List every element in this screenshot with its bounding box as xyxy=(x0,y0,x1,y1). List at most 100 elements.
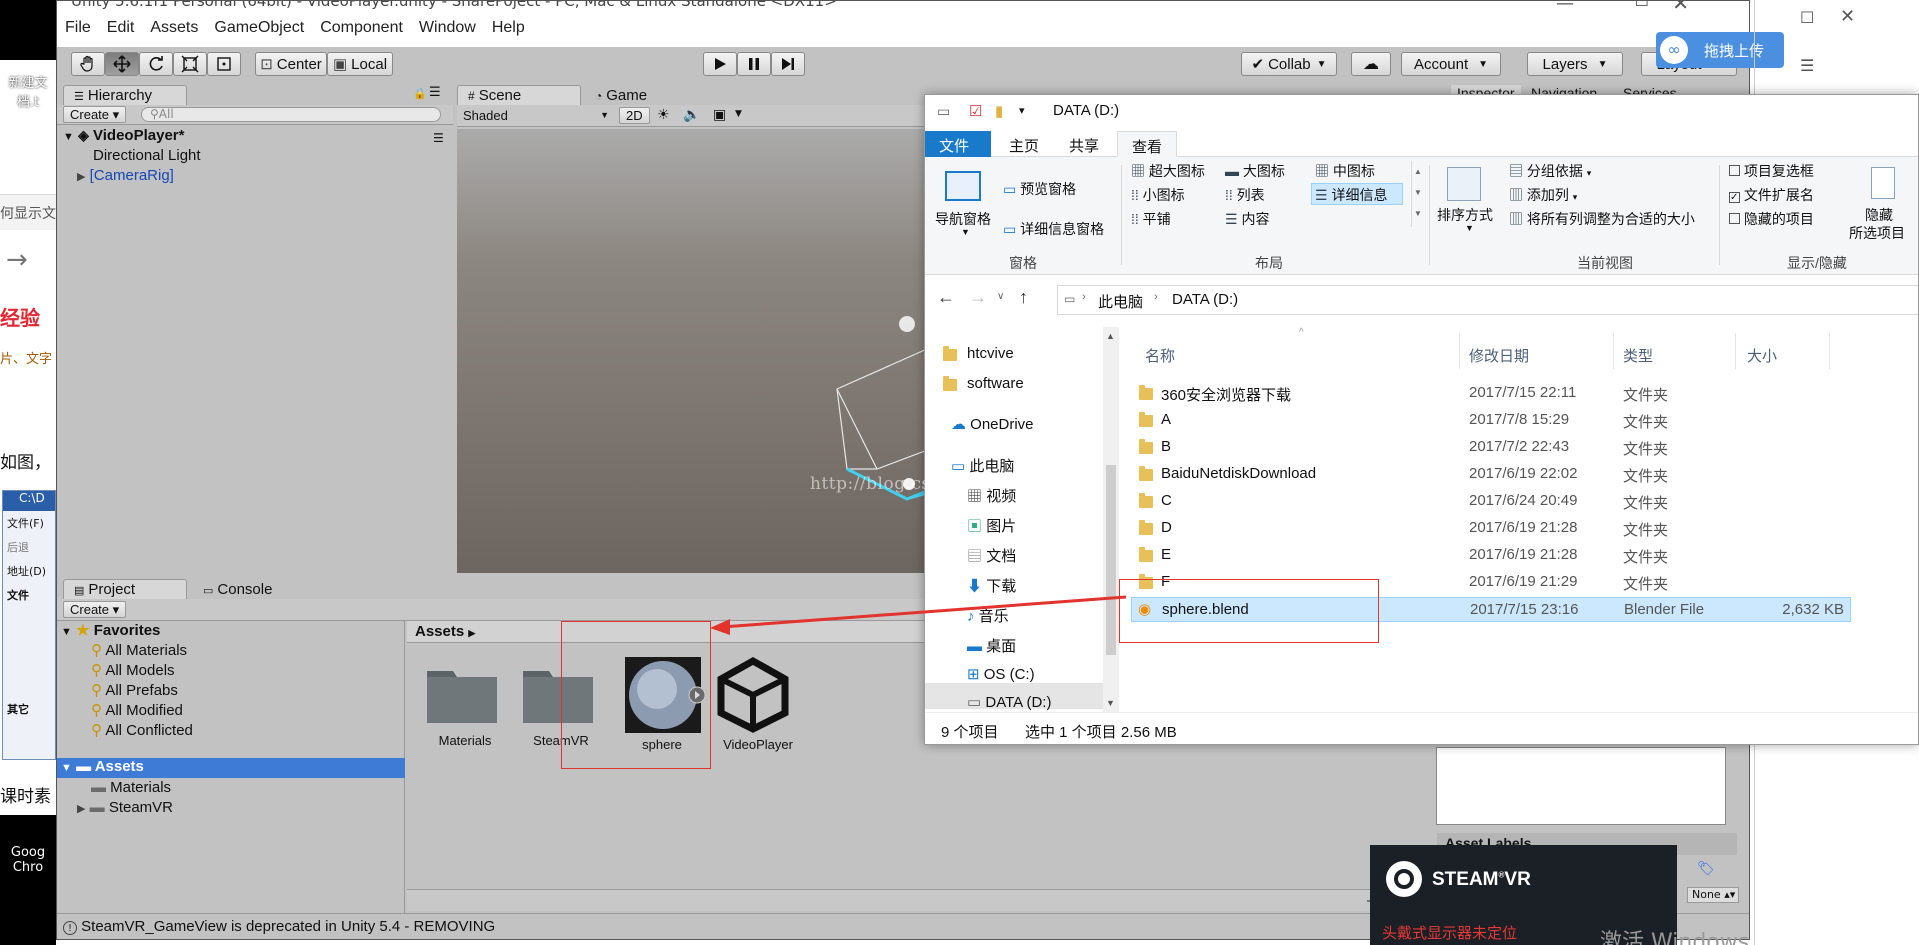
ribbon-tab-share[interactable]: 共享 xyxy=(1055,131,1113,157)
size-columns-button[interactable]: ▥ 将所有列调整为合适的大小 xyxy=(1509,209,1695,229)
favorite-all-models[interactable]: ⚲ All Models xyxy=(91,661,175,679)
favorites-row[interactable]: ▼ ★ Favorites xyxy=(61,621,160,639)
file-extensions-toggle[interactable]: ✓ 文件扩展名 xyxy=(1729,185,1814,205)
shading-dropdown[interactable]: Shaded ▼ xyxy=(463,108,609,124)
chevron-down-icon[interactable]: ∨ xyxy=(997,291,1004,302)
nav-item-desktop[interactable]: ▬ 桌面 xyxy=(967,635,1016,656)
layout-details[interactable]: ☰ 详细信息 xyxy=(1315,185,1387,205)
item-checkboxes-toggle[interactable]: 项目复选框 xyxy=(1729,161,1814,181)
account-dropdown[interactable]: Account ▼ xyxy=(1401,52,1501,76)
assets-row-selected[interactable]: ▼ ▬ Assets xyxy=(57,758,405,778)
table-row[interactable]: D 2017/6/19 21:28 文件夹 xyxy=(1131,516,1851,541)
favorite-all-conflicted[interactable]: ⚲ All Conflicted xyxy=(91,721,193,739)
layers-dropdown[interactable]: Layers ▼ xyxy=(1527,52,1623,76)
properties-icon[interactable]: ☑ xyxy=(969,102,982,120)
column-header-size[interactable]: 大小 xyxy=(1747,345,1777,366)
hierarchy-create-button[interactable]: Create ▾ xyxy=(63,106,127,123)
column-header-name[interactable]: 名称 xyxy=(1145,345,1175,366)
favorite-all-prefabs[interactable]: ⚲ All Prefabs xyxy=(91,681,178,699)
rotate-tool-button[interactable] xyxy=(139,52,173,76)
layout-extra-large-icons[interactable]: ▦ 超大图标 xyxy=(1131,161,1205,181)
group-by-button[interactable]: ▤ 分组依据 ▾ xyxy=(1509,161,1591,181)
tab-console[interactable]: ▭ Console xyxy=(193,580,282,600)
hide-selected-button[interactable]: 隐藏 xyxy=(1865,205,1893,225)
new-folder-icon[interactable]: ▮ xyxy=(995,102,1003,120)
menu-component[interactable]: Component xyxy=(320,19,403,37)
tab-scene[interactable]: # Scene xyxy=(457,85,581,105)
column-header-date[interactable]: 修改日期 xyxy=(1469,345,1529,366)
panel-menu-icon[interactable]: ☰ xyxy=(429,85,441,100)
table-row[interactable]: BaiduNetdiskDownload 2017/6/19 22:02 文件夹 xyxy=(1131,462,1851,487)
sun-icon[interactable]: ☀ xyxy=(657,107,670,123)
menu-gameobject[interactable]: GameObject xyxy=(214,19,304,37)
menu-icon[interactable]: ☰ xyxy=(1800,56,1814,75)
table-row[interactable]: A 2017/7/8 15:29 文件夹 xyxy=(1131,408,1851,433)
sort-by-button[interactable]: 排序方式 xyxy=(1437,205,1493,225)
ribbon-tab-file[interactable]: 文件 xyxy=(925,131,991,157)
tag-icon[interactable]: 🏷 xyxy=(1697,861,1715,877)
nav-item-pictures[interactable]: ▣ 图片 xyxy=(967,515,1016,536)
breadcrumb-this-pc[interactable]: 此电脑 xyxy=(1098,291,1143,312)
forward-arrow-icon[interactable]: → xyxy=(969,287,987,308)
table-row[interactable]: C 2017/6/24 20:49 文件夹 xyxy=(1131,489,1851,514)
favorite-all-materials[interactable]: ⚲ All Materials xyxy=(91,641,187,659)
menu-help[interactable]: Help xyxy=(492,19,525,37)
hand-tool-button[interactable] xyxy=(71,52,105,76)
nav-item-os-c[interactable]: ⊞ OS (C:) xyxy=(967,665,1035,683)
scene-menu-icon[interactable]: ☰ xyxy=(433,131,444,145)
nav-scrollbar[interactable]: ▲ ▼ xyxy=(1103,327,1119,712)
tab-project[interactable]: ▤ Project xyxy=(63,579,187,599)
tree-folder-materials[interactable]: ▬ Materials xyxy=(91,779,171,796)
ribbon-tab-view[interactable]: 查看 xyxy=(1117,131,1178,157)
menu-assets[interactable]: Assets xyxy=(150,19,198,37)
menu-window[interactable]: Window xyxy=(419,19,476,37)
nav-item-documents[interactable]: ▤ 文档 xyxy=(967,545,1016,566)
desktop-icon-chrome[interactable]: Goog Chro xyxy=(0,845,56,875)
nav-item-data-d[interactable]: ▭ DATA (D:) xyxy=(967,693,1051,711)
hierarchy-item-camerarig[interactable]: ▶ [CameraRig] xyxy=(77,167,174,184)
lock-icon[interactable]: 🔒 xyxy=(413,87,427,100)
table-row[interactable]: 360安全浏览器下载 2017/7/15 22:11 文件夹 xyxy=(1131,381,1851,406)
tree-folder-steamvr[interactable]: ▶ ▬ SteamVR xyxy=(77,799,173,816)
nav-pane-button[interactable]: 导航窗格 xyxy=(935,209,991,229)
image-effects-icon[interactable]: ▣ xyxy=(713,107,726,123)
forward-arrow-icon[interactable]: → xyxy=(6,245,28,275)
cloud-button[interactable]: ☁ xyxy=(1351,52,1391,76)
breadcrumb-data-d[interactable]: DATA (D:) xyxy=(1172,291,1238,308)
table-row[interactable]: B 2017/7/2 22:43 文件夹 xyxy=(1131,435,1851,460)
back-arrow-icon[interactable]: ← xyxy=(937,287,955,308)
pivot-local-button[interactable]: ▣ Local xyxy=(327,52,393,76)
preview-pane-button[interactable]: ▭ 预览窗格 xyxy=(1003,179,1076,199)
asset-item-materials[interactable]: Materials xyxy=(425,661,505,761)
2d-toggle[interactable]: 2D xyxy=(619,107,650,124)
address-bar[interactable]: ▭ › 此电脑 › DATA (D:) xyxy=(1057,285,1918,315)
collab-button[interactable]: ✔ Collab ▼ xyxy=(1241,52,1337,76)
menu-file[interactable]: File xyxy=(65,19,91,37)
nav-item-htcvive[interactable]: htcvive xyxy=(943,345,1014,362)
pause-button[interactable] xyxy=(737,52,771,76)
column-header-type[interactable]: 类型 xyxy=(1623,345,1653,366)
tab-hierarchy[interactable]: ☰ Hierarchy xyxy=(63,85,187,105)
layout-tiles[interactable]: ⁞⁞ 平铺 xyxy=(1131,209,1171,229)
chevron-down-icon[interactable]: ▾ xyxy=(1019,104,1025,117)
layout-scroll[interactable]: ▲ ▼ ▼ xyxy=(1411,161,1423,227)
hierarchy-scene-row[interactable]: ▼ ◈ VideoPlayer* xyxy=(63,127,184,144)
ribbon-tab-home[interactable]: 主页 xyxy=(995,131,1053,157)
move-tool-button[interactable] xyxy=(105,52,139,76)
browser-close-icon[interactable]: ✕ xyxy=(1840,6,1855,27)
hierarchy-search-input[interactable]: ⚲All xyxy=(141,107,441,122)
project-create-button[interactable]: Create ▾ xyxy=(63,601,127,618)
layout-content[interactable]: ☰ 内容 xyxy=(1225,209,1269,229)
add-columns-button[interactable]: ▥ 添加列 ▾ xyxy=(1509,185,1577,205)
pivot-center-button[interactable]: ⊡ Center xyxy=(255,52,327,76)
nav-item-this-pc[interactable]: ▭ 此电脑 xyxy=(951,455,1014,476)
audio-icon[interactable]: 🔈 xyxy=(683,107,700,123)
rect-tool-button[interactable] xyxy=(207,52,241,76)
scale-tool-button[interactable] xyxy=(173,52,207,76)
nav-item-onedrive[interactable]: ☁ OneDrive xyxy=(951,415,1034,433)
up-arrow-icon[interactable]: ↑ xyxy=(1019,287,1028,308)
chevron-down-icon[interactable]: ▼ xyxy=(735,109,742,119)
desktop-icon-new-doc[interactable]: 新建文 档.t xyxy=(0,72,56,110)
layout-list[interactable]: ⁞⁞ 列表 xyxy=(1225,185,1265,205)
table-row[interactable]: E 2017/6/19 21:28 文件夹 xyxy=(1131,543,1851,568)
